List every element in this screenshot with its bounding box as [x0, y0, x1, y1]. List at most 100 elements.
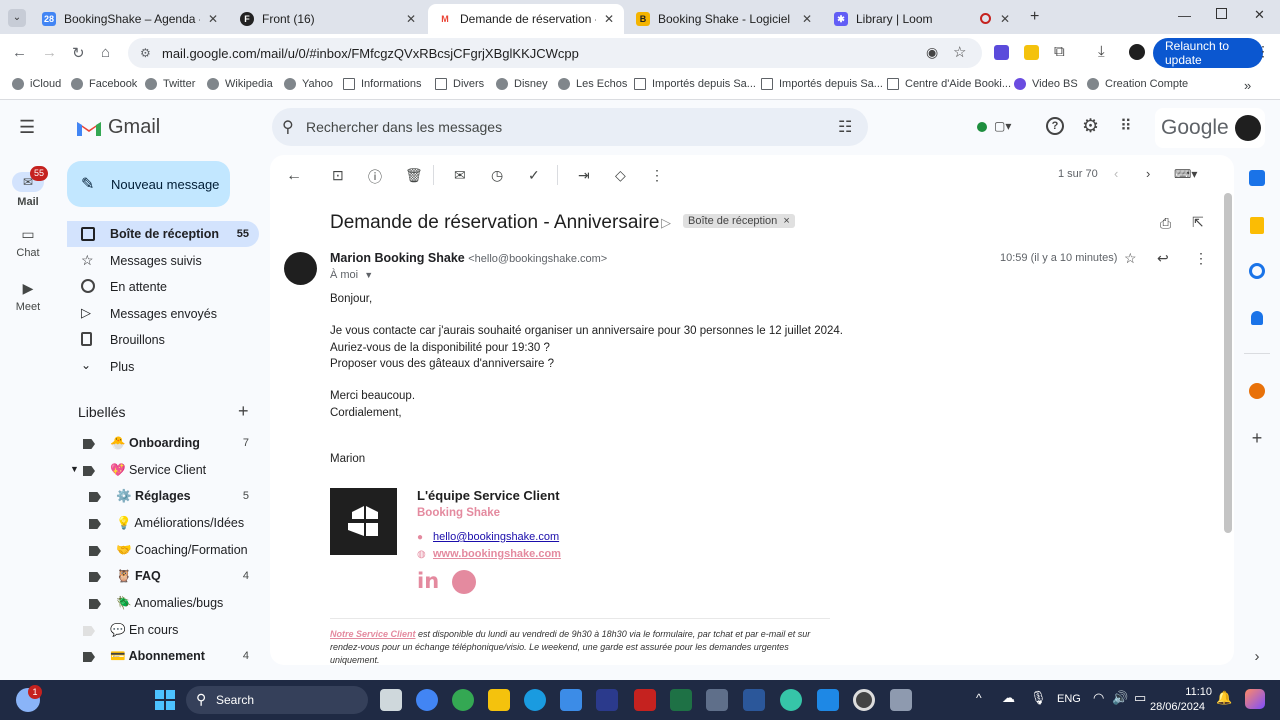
- add-label-icon[interactable]: +: [238, 401, 249, 422]
- bookmark-yahoo[interactable]: Yahoo: [284, 78, 333, 90]
- relaunch-to-update-button[interactable]: Relaunch to update: [1153, 38, 1263, 68]
- bookmark-folder-divers[interactable]: Divers: [435, 78, 484, 90]
- bookmark-folder-importes-1[interactable]: Importés depuis Sa...: [634, 78, 756, 90]
- bookmark-folder-importes-2[interactable]: Importés depuis Sa...: [761, 78, 883, 90]
- snipping-tool-icon[interactable]: [890, 689, 912, 711]
- back-icon[interactable]: ←: [12, 44, 27, 61]
- tray-chevron-icon[interactable]: ^: [976, 691, 982, 705]
- move-to-icon[interactable]: ⇥: [578, 167, 590, 184]
- address-bar[interactable]: ⚙ mail.google.com/mail/u/0/#inbox/FMfcgz…: [128, 38, 982, 68]
- calendar-addon[interactable]: [1244, 165, 1270, 191]
- print-icon[interactable]: ⎙: [1160, 215, 1171, 232]
- bookmark-facebook[interactable]: Facebook: [71, 78, 137, 90]
- close-tab-icon[interactable]: ✕: [604, 12, 614, 26]
- calculator-icon[interactable]: [706, 689, 728, 711]
- newer-chevron-icon[interactable]: ‹: [1114, 166, 1118, 181]
- close-window-icon[interactable]: ✕: [1254, 7, 1265, 23]
- signature-email-link[interactable]: hello@bookingshake.com: [433, 531, 559, 543]
- tasks-addon[interactable]: [1244, 258, 1270, 284]
- more-bookmarks-icon[interactable]: »: [1244, 78, 1251, 93]
- task-view-icon[interactable]: [380, 689, 402, 711]
- app-icon[interactable]: [817, 689, 839, 711]
- bookmark-wikipedia[interactable]: Wikipedia: [207, 78, 273, 90]
- tab-gmail-demande[interactable]: M Demande de réservation - Anni ✕: [428, 4, 624, 34]
- label-faq[interactable]: 🦉 FAQ 4: [67, 564, 259, 590]
- status-selector[interactable]: ▢▾: [966, 110, 1026, 144]
- label-anomalies[interactable]: 🪲 Anomalies/bugs: [67, 591, 259, 617]
- bookmark-les-echos[interactable]: Les Echos: [558, 78, 627, 90]
- scrollbar-thumb[interactable]: [1224, 193, 1232, 533]
- obs-icon[interactable]: [853, 689, 875, 711]
- rail-mail[interactable]: ✉ 55 Mail: [10, 166, 48, 208]
- label-en-cours[interactable]: 💬 En cours: [67, 618, 259, 644]
- recipients-toggle[interactable]: À moi ▼: [330, 269, 373, 281]
- show-side-panel-icon[interactable]: ›: [1244, 643, 1270, 669]
- volume-icon[interactable]: 🔊: [1112, 690, 1128, 706]
- mark-unread-icon[interactable]: ✉: [454, 167, 466, 184]
- keyboard-input-icon[interactable]: ⌨▾: [1174, 167, 1197, 181]
- forward-icon[interactable]: →: [42, 44, 57, 61]
- help-icon[interactable]: ?: [1046, 117, 1064, 135]
- keep-addon[interactable]: [1244, 212, 1270, 238]
- label-service-client[interactable]: ▼ 💖 Service Client: [67, 458, 259, 484]
- label-ameliorations[interactable]: 💡 Améliorations/Idées: [67, 511, 259, 537]
- importance-marker-icon[interactable]: ▷: [661, 215, 671, 231]
- nav-more[interactable]: ⌄ Plus: [67, 354, 259, 380]
- get-addons-icon[interactable]: +: [1244, 425, 1270, 451]
- extensions-puzzle-icon[interactable]: ⧉: [1054, 43, 1065, 60]
- home-icon[interactable]: ⌂: [101, 44, 110, 61]
- contacts-addon[interactable]: [1244, 305, 1270, 331]
- app-icon[interactable]: [596, 689, 618, 711]
- bookmark-disney[interactable]: Disney: [496, 78, 548, 90]
- rail-chat[interactable]: ▭ Chat: [10, 226, 46, 259]
- minimize-icon[interactable]: —: [1178, 8, 1191, 23]
- compose-button[interactable]: ✎ Nouveau message: [67, 161, 230, 207]
- label-icon[interactable]: ◇: [615, 167, 626, 184]
- caret-down-icon[interactable]: ▼: [70, 464, 79, 474]
- onedrive-icon[interactable]: ☁: [1002, 690, 1015, 706]
- archive-icon[interactable]: ⊡: [332, 167, 344, 184]
- maximize-icon[interactable]: [1216, 8, 1227, 19]
- clock-date[interactable]: 28/06/2024: [1150, 701, 1205, 713]
- back-to-inbox-icon[interactable]: ←: [286, 167, 302, 185]
- word-icon[interactable]: [743, 689, 765, 711]
- reply-icon[interactable]: ↩: [1157, 250, 1169, 267]
- star-message-icon[interactable]: ☆: [1124, 250, 1137, 267]
- label-reglages[interactable]: ⚙️ Réglages 5: [67, 484, 259, 510]
- nav-inbox[interactable]: Boîte de réception 55: [67, 221, 259, 247]
- spotify-icon[interactable]: [452, 570, 476, 594]
- nav-sent[interactable]: ▷ Messages envoyés: [67, 301, 259, 327]
- tab-booking-shake-logiciel[interactable]: B Booking Shake - Logiciel Gestic ✕: [626, 4, 822, 34]
- profile-avatar-icon[interactable]: [1129, 44, 1145, 60]
- edge-icon[interactable]: [524, 689, 546, 711]
- main-menu-icon[interactable]: ☰: [19, 117, 35, 138]
- browser-menu-icon[interactable]: ⋮: [1256, 43, 1270, 60]
- new-tab-icon[interactable]: +: [1030, 8, 1039, 26]
- search-icon[interactable]: ⚲: [282, 117, 294, 137]
- apps-grid-icon[interactable]: ⠿: [1120, 116, 1132, 136]
- google-account-card[interactable]: Google: [1155, 108, 1265, 148]
- battery-icon[interactable]: ▭: [1134, 690, 1146, 706]
- taskbar-search-box[interactable]: ⚲ Search: [186, 686, 368, 714]
- chrome-icon[interactable]: [416, 689, 438, 711]
- delete-icon[interactable]: 🗑: [405, 167, 423, 184]
- bookmark-video-bs[interactable]: Video BS: [1014, 78, 1078, 90]
- clock-time[interactable]: 11:10: [1176, 686, 1212, 698]
- more-actions-icon[interactable]: ⋮: [650, 167, 664, 184]
- mcafee-icon[interactable]: [634, 689, 656, 711]
- app-icon[interactable]: [780, 689, 802, 711]
- tab-front[interactable]: F Front (16) ✕: [230, 4, 426, 34]
- tab-search-icon[interactable]: ⌄: [8, 9, 26, 27]
- store-icon[interactable]: [560, 689, 582, 711]
- chrome-profile-icon[interactable]: [452, 689, 474, 711]
- label-coaching[interactable]: 🤝 Coaching/Formation: [67, 538, 259, 564]
- message-more-icon[interactable]: ⋮: [1194, 250, 1208, 267]
- download-icon[interactable]: ⤓: [1098, 43, 1105, 60]
- windows-start-icon[interactable]: [155, 690, 175, 710]
- bookmark-icloud[interactable]: iCloud: [12, 78, 61, 90]
- close-tab-icon[interactable]: ✕: [208, 12, 218, 26]
- bookmark-centre-aide[interactable]: Centre d'Aide Booki...: [887, 78, 1011, 90]
- close-tab-icon[interactable]: ✕: [406, 12, 416, 26]
- bookingshake-addon[interactable]: [1244, 378, 1270, 404]
- bookmark-folder-informations[interactable]: Informations: [343, 78, 422, 90]
